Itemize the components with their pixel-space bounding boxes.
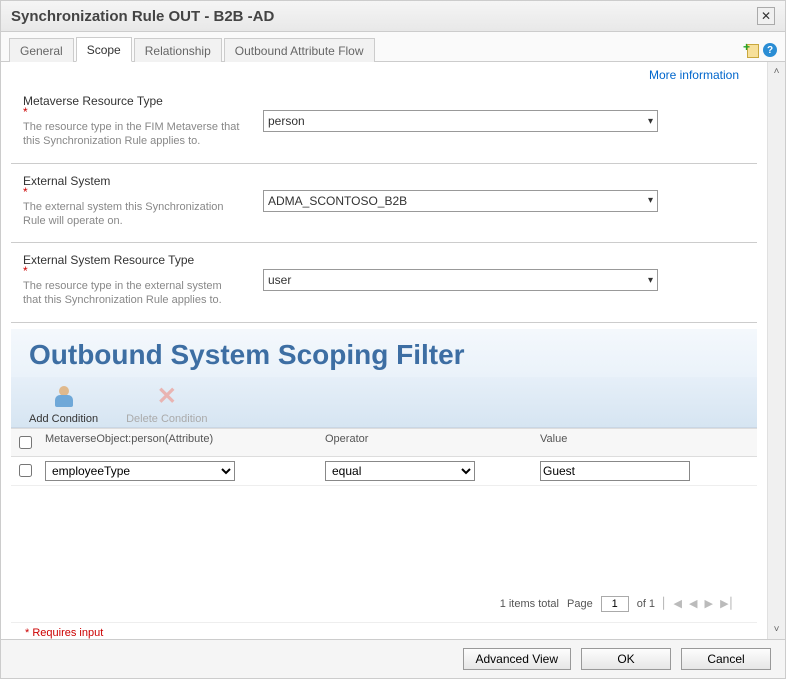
field-external-system-resource-type: External System Resource Type * The reso… [11,243,757,323]
row-checkbox[interactable] [19,464,32,477]
cancel-button[interactable]: Cancel [681,648,771,670]
field-label: External System [23,174,243,188]
add-condition-icon [53,386,75,408]
help-icon[interactable]: ? [763,43,777,57]
operator-select[interactable]: equal [325,461,475,481]
external-system-resource-type-select[interactable]: user ▾ [263,269,658,291]
chevron-down-icon: ▾ [648,195,653,206]
column-attribute: MetaverseObject:person(Attribute) [39,429,319,456]
delete-condition-icon: ✕ [157,382,177,411]
field-description: The resource type in the external system… [23,279,243,308]
tab-relationship[interactable]: Relationship [134,38,222,62]
external-system-select[interactable]: ADMA_SCONTOSO_B2B ▾ [263,190,658,212]
select-all-checkbox[interactable] [19,436,32,449]
scroll-up-icon[interactable]: ˄ [774,66,780,77]
pager-nav-icons: ▏◀ ◀ ▶ ▶▏ [663,597,741,610]
required-asterisk: * [23,188,243,196]
advanced-view-button[interactable]: Advanced View [463,648,572,670]
new-item-icon[interactable] [745,43,759,57]
select-value: ADMA_SCONTOSO_B2B [268,194,407,208]
select-value: user [268,273,291,287]
titlebar: Synchronization Rule OUT - B2B -AD ✕ [1,1,785,32]
window-title: Synchronization Rule OUT - B2B -AD [11,8,274,25]
scroll-area: More information Metaverse Resource Type… [1,62,767,639]
pager: 1 items total Page of 1 ▏◀ ◀ ▶ ▶▏ [11,586,757,622]
page-label: Page [567,598,593,610]
field-label: Metaverse Resource Type [23,94,243,108]
field-external-system: External System * The external system th… [11,164,757,244]
field-label: External System Resource Type [23,253,243,267]
filter-row: employeeType equal [11,457,757,486]
dialog-footer: Advanced View OK Cancel [1,639,785,678]
tab-outbound-attribute-flow[interactable]: Outbound Attribute Flow [224,38,375,62]
close-button[interactable]: ✕ [757,7,775,25]
page-of-label: of 1 [637,598,655,610]
chevron-down-icon: ▾ [648,275,653,286]
tab-scope[interactable]: Scope [76,37,132,62]
field-metaverse-resource-type: Metaverse Resource Type * The resource t… [11,84,757,164]
dialog-window: Synchronization Rule OUT - B2B -AD ✕ Gen… [0,0,786,679]
metaverse-resource-type-select[interactable]: person ▾ [263,110,658,132]
select-value: person [268,114,305,128]
add-condition-label: Add Condition [29,413,98,425]
column-operator: Operator [319,429,534,456]
scroll-down-icon[interactable]: ˅ [774,624,780,635]
column-value: Value [534,429,757,456]
delete-condition-label: Delete Condition [126,413,207,425]
filter-section-header: Outbound System Scoping Filter [11,329,757,377]
field-description: The external system this Synchronization… [23,200,243,229]
items-total: 1 items total [500,598,559,610]
field-description: The resource type in the FIM Metaverse t… [23,120,243,149]
value-input[interactable] [540,461,690,481]
delete-condition-button: ✕ Delete Condition [126,383,207,425]
close-icon: ✕ [761,9,771,23]
required-asterisk: * [23,108,243,116]
filter-toolbar: Add Condition ✕ Delete Condition [11,377,757,428]
requires-input-note: * Requires input [11,622,757,639]
tab-general[interactable]: General [9,38,74,62]
tabstrip: General Scope Relationship Outbound Attr… [1,32,785,62]
more-information-link[interactable]: More information [11,62,757,84]
required-asterisk: * [23,267,243,275]
vertical-scrollbar[interactable]: ˄ ˅ [767,62,785,639]
filter-grid-header: MetaverseObject:person(Attribute) Operat… [11,428,757,457]
chevron-down-icon: ▾ [648,116,653,127]
page-number-input[interactable] [601,596,629,612]
ok-button[interactable]: OK [581,648,671,670]
body: More information Metaverse Resource Type… [1,62,785,639]
attribute-select[interactable]: employeeType [45,461,235,481]
filter-title: Outbound System Scoping Filter [29,339,739,371]
add-condition-button[interactable]: Add Condition [29,383,98,425]
